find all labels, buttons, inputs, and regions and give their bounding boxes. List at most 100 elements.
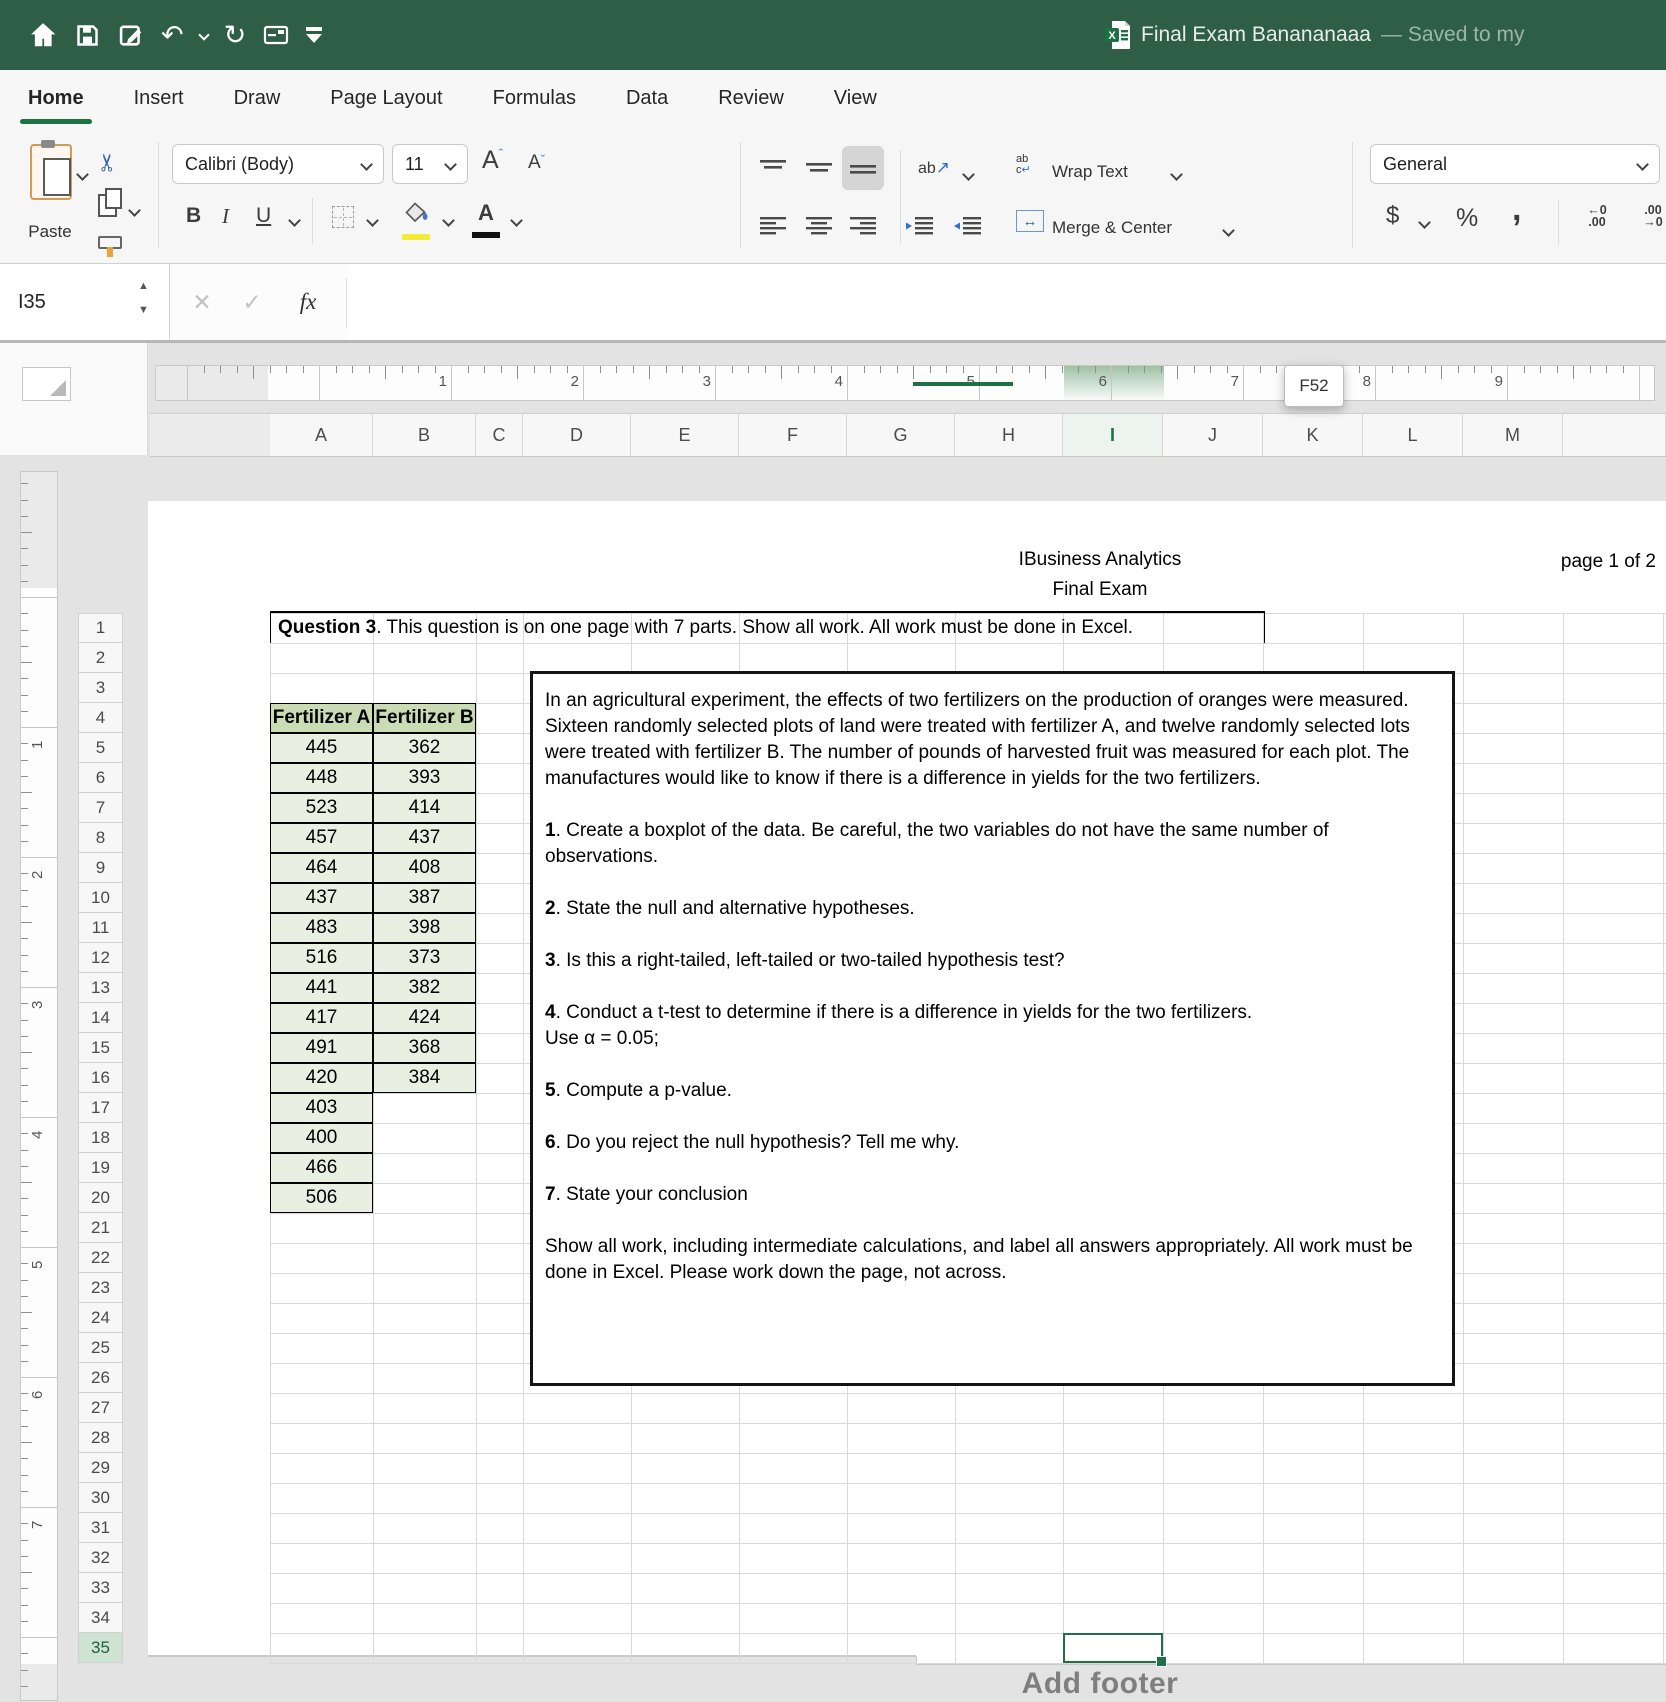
format-painter-icon[interactable] — [98, 236, 122, 249]
tab-page-layout[interactable]: Page Layout — [328, 79, 444, 118]
row-header-25[interactable]: 25 — [78, 1333, 123, 1363]
column-header-b[interactable]: B — [373, 414, 476, 456]
row-header-1[interactable]: 1 — [78, 613, 123, 643]
column-header-e[interactable]: E — [631, 414, 739, 456]
increase-font-size-button[interactable]: Aˆ — [482, 146, 503, 175]
tab-review[interactable]: Review — [716, 79, 786, 118]
column-header-k[interactable]: K — [1263, 414, 1363, 456]
table-cell[interactable]: 368 — [373, 1033, 476, 1063]
paste-dropdown-chevron-icon[interactable] — [76, 168, 89, 181]
percent-format-button[interactable]: % — [1456, 204, 1478, 233]
table-cell[interactable]: 523 — [270, 793, 373, 823]
wrap-text-chevron-icon[interactable] — [1170, 168, 1183, 181]
merge-center-chevron-icon[interactable] — [1222, 224, 1235, 237]
borders-chevron-icon[interactable] — [366, 214, 379, 227]
add-footer-button[interactable]: Add footer — [600, 1667, 1600, 1702]
tab-draw[interactable]: Draw — [232, 79, 283, 118]
undo-dropdown-chevron-icon[interactable] — [198, 29, 209, 40]
tab-data[interactable]: Data — [624, 79, 670, 118]
cut-icon[interactable]: ✂ — [94, 152, 123, 172]
row-header-6[interactable]: 6 — [78, 763, 123, 793]
selected-cell-I35[interactable] — [1063, 1633, 1163, 1663]
table-header-cell[interactable]: Fertilizer A — [270, 703, 373, 733]
font-color-button[interactable]: A — [478, 200, 494, 226]
table-cell[interactable]: 408 — [373, 853, 476, 883]
table-cell[interactable]: 445 — [270, 733, 373, 763]
align-top-button[interactable] — [752, 148, 794, 188]
currency-format-button[interactable]: $ — [1386, 202, 1399, 230]
question-textbox[interactable]: In an agricultural experiment, the effec… — [530, 671, 1455, 1386]
align-left-button[interactable] — [752, 206, 794, 246]
row-header-33[interactable]: 33 — [78, 1573, 123, 1603]
table-header-cell[interactable]: Fertilizer B — [373, 703, 476, 733]
table-cell[interactable]: 457 — [270, 823, 373, 853]
copy-icon[interactable] — [98, 194, 117, 217]
align-center-button[interactable] — [798, 206, 840, 246]
table-cell[interactable]: 414 — [373, 793, 476, 823]
column-header-c[interactable]: C — [476, 414, 523, 456]
column-header-a[interactable]: A — [270, 414, 373, 456]
table-cell[interactable]: 506 — [270, 1183, 373, 1213]
bold-button[interactable]: B — [186, 204, 201, 228]
redo-icon[interactable]: ↻ — [224, 22, 247, 49]
row-header-23[interactable]: 23 — [78, 1273, 123, 1303]
table-cell[interactable]: 400 — [270, 1123, 373, 1153]
column-header-m[interactable]: M — [1463, 414, 1563, 456]
row-header-35[interactable]: 35 — [78, 1633, 123, 1663]
wrap-text-button[interactable]: Wrap Text — [1052, 162, 1128, 182]
font-color-chevron-icon[interactable] — [510, 214, 523, 227]
paste-button[interactable]: Paste — [18, 222, 82, 242]
orientation-chevron-icon[interactable] — [962, 168, 975, 181]
underline-chevron-icon[interactable] — [288, 214, 301, 227]
table-cell[interactable]: 516 — [270, 943, 373, 973]
table-cell[interactable]: 437 — [270, 883, 373, 913]
column-header-g[interactable]: G — [847, 414, 955, 456]
table-cell[interactable]: 373 — [373, 943, 476, 973]
table-cell[interactable]: 403 — [270, 1093, 373, 1123]
tab-insert[interactable]: Insert — [132, 79, 186, 118]
table-cell[interactable]: 393 — [373, 763, 476, 793]
table-cell[interactable]: 448 — [270, 763, 373, 793]
name-box-stepper-down-icon[interactable]: ▼ — [138, 304, 149, 316]
row-header-17[interactable]: 17 — [78, 1093, 123, 1123]
insert-function-icon[interactable]: fx — [286, 264, 330, 340]
table-cell[interactable]: 441 — [270, 973, 373, 1003]
row-header-22[interactable]: 22 — [78, 1243, 123, 1273]
decrease-decimal-icon[interactable]: ←0 .00 — [1574, 204, 1620, 228]
italic-button[interactable]: I — [222, 204, 229, 229]
row-header-18[interactable]: 18 — [78, 1123, 123, 1153]
home-icon[interactable] — [28, 20, 58, 50]
orientation-icon[interactable]: ab↗ — [918, 158, 950, 178]
fill-color-icon[interactable] — [404, 202, 430, 224]
row-header-4[interactable]: 4 — [78, 703, 123, 733]
tab-view[interactable]: View — [832, 79, 879, 118]
edit-mode-icon[interactable] — [117, 21, 145, 49]
currency-chevron-icon[interactable] — [1418, 216, 1431, 229]
formula-input[interactable] — [348, 264, 1666, 340]
name-box-stepper-up-icon[interactable]: ▲ — [138, 280, 149, 292]
save-icon[interactable] — [74, 22, 101, 49]
align-middle-button[interactable] — [798, 148, 840, 188]
toolbar-overflow-icon[interactable] — [306, 27, 322, 43]
table-cell[interactable]: 424 — [373, 1003, 476, 1033]
row-header-7[interactable]: 7 — [78, 793, 123, 823]
row-header-27[interactable]: 27 — [78, 1393, 123, 1423]
cancel-icon[interactable]: ✕ — [180, 264, 224, 340]
column-header-l[interactable]: L — [1363, 414, 1463, 456]
row-header-19[interactable]: 19 — [78, 1153, 123, 1183]
table-cell[interactable]: 437 — [373, 823, 476, 853]
row-header-16[interactable]: 16 — [78, 1063, 123, 1093]
row-header-15[interactable]: 15 — [78, 1033, 123, 1063]
table-cell[interactable]: 398 — [373, 913, 476, 943]
font-size-select[interactable]: 11 — [392, 144, 468, 184]
table-cell[interactable]: 382 — [373, 973, 476, 1003]
column-header-j[interactable]: J — [1163, 414, 1263, 456]
fill-color-chevron-icon[interactable] — [442, 214, 455, 227]
row-header-9[interactable]: 9 — [78, 853, 123, 883]
table-cell[interactable]: 362 — [373, 733, 476, 763]
question-text[interactable]: Question 3. This question is on one page… — [278, 613, 1278, 643]
row-header-12[interactable]: 12 — [78, 943, 123, 973]
merge-center-button[interactable]: Merge & Center — [1052, 218, 1172, 238]
decrease-font-size-button[interactable]: Aˇ — [528, 152, 545, 174]
column-header-f[interactable]: F — [739, 414, 847, 456]
